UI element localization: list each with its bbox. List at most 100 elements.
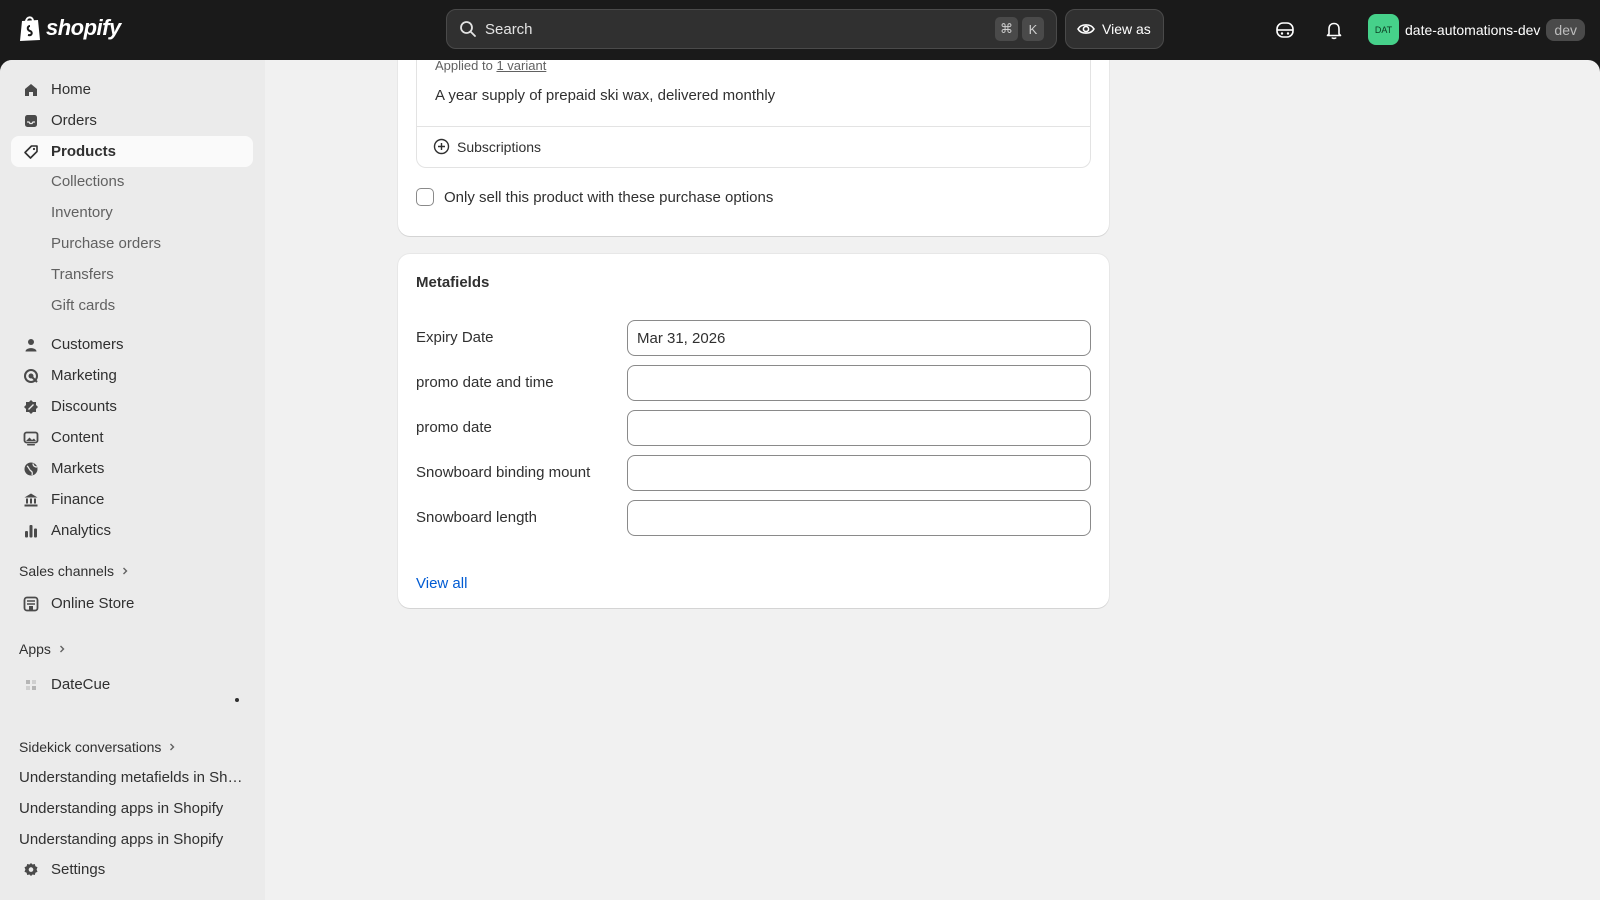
apps-label: Apps (19, 641, 51, 657)
sidebar-item-label: Marketing (51, 367, 117, 384)
search-icon (460, 21, 476, 37)
sidebar-item-label: Home (51, 81, 92, 98)
sidebar-item-content[interactable]: Content (11, 422, 253, 453)
sidebar-item-analytics[interactable]: Analytics (11, 515, 253, 546)
metafield-label-expiry-date: Expiry Date (416, 329, 494, 346)
metafield-label-promo-date: promo date (416, 419, 492, 436)
metafield-input-promo-date[interactable] (627, 410, 1091, 446)
sidebar-item-label: Finance (51, 491, 105, 508)
logo-text: shopify (46, 15, 121, 40)
metafield-label-promo-date-time: promo date and time (416, 374, 554, 391)
person-icon (22, 336, 40, 354)
apps-header[interactable]: Apps (19, 641, 67, 657)
applied-to-text: Applied to 1 variant (435, 60, 546, 73)
home-icon (22, 81, 40, 99)
sidebar-item-label: DateCue (51, 676, 111, 693)
conversation-item[interactable]: Understanding metafields in Shopify (19, 769, 245, 786)
sidebar-subitem-collections[interactable]: Collections (51, 173, 124, 190)
sidebar-item-label: Analytics (51, 522, 112, 539)
sidekick-conversations-header[interactable]: Sidekick conversations (19, 739, 177, 755)
chevron-right-icon (122, 567, 128, 575)
metafield-label-snowboard-length: Snowboard length (416, 509, 537, 526)
sidebar-item-label: Content (51, 429, 104, 446)
conversation-item[interactable]: Understanding apps in Shopify (19, 800, 245, 817)
sidebar-item-datecue[interactable]: DateCue (11, 669, 253, 700)
sidebar-item-label: Markets (51, 460, 105, 477)
sidekick-button[interactable] (1273, 18, 1297, 42)
chevron-right-icon (59, 645, 65, 653)
gear-icon (22, 861, 40, 879)
sidebar: Home Orders Products Collections Invento… (0, 60, 265, 900)
divider (417, 126, 1090, 127)
sidebar-item-markets[interactable]: Markets (11, 453, 253, 484)
sidebar-item-online-store[interactable]: Online Store (11, 588, 253, 619)
inbox-icon (22, 112, 40, 130)
only-sell-checkbox[interactable] (416, 188, 434, 206)
sidebar-item-customers[interactable]: Customers (11, 329, 253, 360)
datecue-pin-dot (235, 698, 239, 702)
shortcut-key-k: K (1022, 17, 1044, 41)
sidekick-conversations-label: Sidekick conversations (19, 739, 162, 755)
metafields-title: Metafields (416, 274, 490, 291)
sidebar-item-marketing[interactable]: Marketing (11, 360, 253, 391)
view-as-button[interactable]: View as (1065, 9, 1164, 49)
purchase-options-card: Applied to 1 variant A year supply of pr… (398, 60, 1109, 236)
metafields-card: Metafields Expiry Date Mar 31, 2026 prom… (398, 254, 1109, 608)
target-icon (22, 367, 40, 385)
sidebar-item-label: Products (51, 143, 117, 160)
search-bar[interactable]: Search ⌘ K (446, 9, 1057, 49)
chevron-right-icon (170, 743, 175, 751)
subscriptions-button[interactable]: Subscriptions (433, 138, 541, 155)
sales-channels-label: Sales channels (19, 563, 114, 579)
app-grid-icon (22, 676, 40, 694)
sidebar-item-label: Orders (51, 112, 97, 129)
sidebar-item-home[interactable]: Home (11, 74, 253, 105)
view-as-label: View as (1102, 21, 1151, 37)
only-sell-label: Only sell this product with these purcha… (444, 188, 774, 206)
discount-icon (22, 398, 40, 416)
metafield-input-snowboard-length[interactable] (627, 500, 1091, 536)
sidebar-item-discounts[interactable]: Discounts (11, 391, 253, 422)
view-all-link[interactable]: View all (416, 575, 467, 592)
sales-channels-header[interactable]: Sales channels (19, 563, 130, 579)
image-icon (22, 429, 40, 447)
conversation-item[interactable]: Understanding apps in Shopify (19, 831, 245, 848)
store-menu[interactable]: DAT date-automations-dev dev (1368, 14, 1585, 45)
only-sell-option: Only sell this product with these purcha… (416, 188, 773, 206)
shortcut-key-cmd: ⌘ (995, 17, 1018, 41)
storefront-icon (22, 595, 40, 613)
top-bar: shopify Search ⌘ K View as DAT date-auto… (0, 0, 1600, 60)
metafield-input-expiry-date[interactable]: Mar 31, 2026 (627, 320, 1091, 356)
store-badge: dev (1546, 18, 1585, 41)
shopify-logo[interactable]: shopify (18, 14, 121, 42)
bank-icon (22, 491, 40, 509)
eye-icon (1077, 24, 1095, 34)
purchase-option-description: A year supply of prepaid ski wax, delive… (435, 87, 776, 104)
applied-to-prefix: Applied to (435, 60, 493, 73)
sidebar-item-label: Discounts (51, 398, 117, 415)
sidebar-item-label: Online Store (51, 595, 135, 612)
sidebar-item-products[interactable]: Products (11, 136, 253, 167)
sidebar-item-settings[interactable]: Settings (11, 854, 253, 885)
applied-to-variant-link[interactable]: 1 variant (496, 60, 546, 73)
sidekick-icon (1276, 22, 1294, 38)
bell-icon (1326, 22, 1342, 40)
metafield-input-promo-date-time[interactable] (627, 365, 1091, 401)
purchase-option-box: Applied to 1 variant A year supply of pr… (416, 60, 1091, 168)
notifications-button[interactable] (1322, 18, 1346, 42)
sidebar-subitem-transfers[interactable]: Transfers (51, 266, 114, 283)
metafield-input-binding-mount[interactable] (627, 455, 1091, 491)
sidebar-subitem-inventory[interactable]: Inventory (51, 204, 113, 221)
store-avatar: DAT (1368, 14, 1399, 45)
metafield-value: Mar 31, 2026 (637, 329, 726, 347)
sidebar-item-label: Settings (51, 861, 106, 878)
shopify-bag-icon (20, 16, 40, 41)
search-placeholder: Search (485, 20, 533, 38)
subscriptions-label: Subscriptions (457, 138, 542, 155)
sidebar-subitem-gift-cards[interactable]: Gift cards (51, 297, 115, 314)
sidebar-item-finance[interactable]: Finance (11, 484, 253, 515)
bar-chart-icon (22, 522, 40, 540)
sidebar-subitem-purchase-orders[interactable]: Purchase orders (51, 235, 161, 252)
sidebar-item-orders[interactable]: Orders (11, 105, 253, 136)
store-name: date-automations-dev (1405, 21, 1541, 38)
